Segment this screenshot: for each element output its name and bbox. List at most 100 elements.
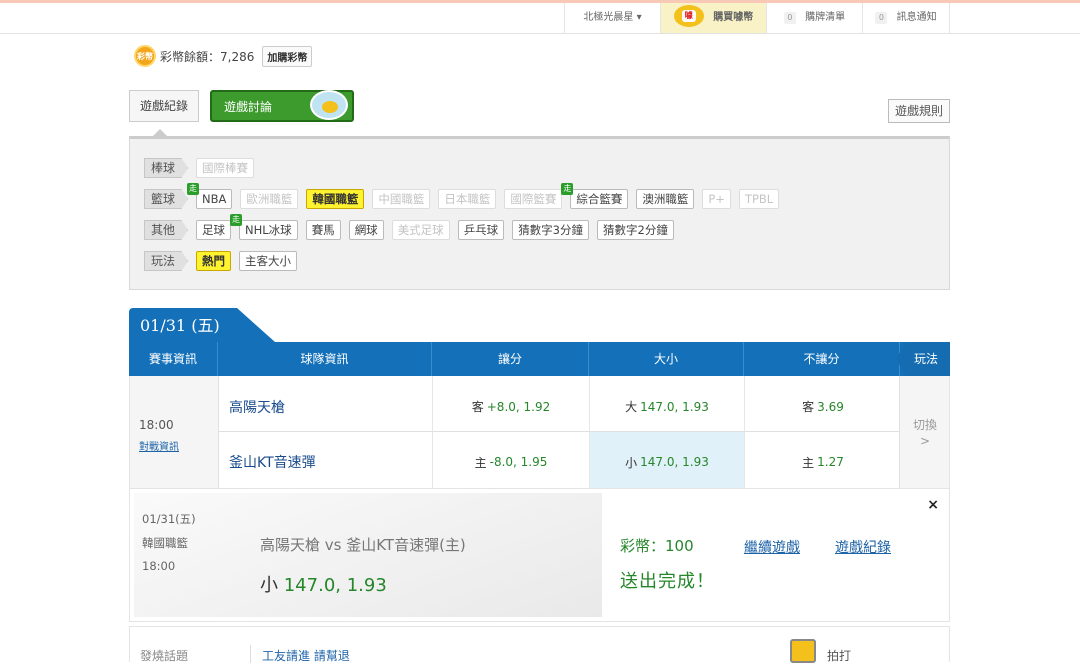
user-menu-label: 北極光晨星 ▾ [583,12,642,23]
filter-row-other: 其他 足球 走 NHL冰球 賽馬 網球 美式足球 乒乓球 猜數字3分鐘 猜數字2分… [144,214,682,241]
filter-chip-nba[interactable]: 走 NBA [187,183,233,209]
match-info-cell: 18:00 對戰資訊 [130,376,219,488]
category-baseball[interactable]: 棒球 [144,158,189,178]
user-menu[interactable]: 北極光晨星 ▾ [564,3,660,33]
tab-game-discussion-label: 遊戲討論 [224,100,273,114]
filter-chip-australian-basketball[interactable]: 澳洲職籃 [636,189,695,209]
top-bar: 北極光晨星 ▾ 噱 購買噱幣 0 購牌清單 0 訊息通知 [0,0,1080,34]
new-badge-icon: 走 [187,183,200,195]
hot-topic-link[interactable]: 工友請進 請幫退 [262,647,350,664]
filter-chip: 國際棒賽 [196,158,255,178]
filter-row-basketball: 籃球 走 NBA 歐洲職籃 韓國職籃 中國職籃 日本職籃 國際籃賽 走綜合籃賽 澳… [144,183,787,210]
header-play-type: 玩法 [896,342,950,376]
filter-chip: P+ [702,189,731,209]
game-record-link[interactable]: 遊戲紀錄 [835,537,891,557]
header-spread: 讓分 [432,342,589,376]
odds-cell-moneyline[interactable]: 客 3.69 [745,376,901,431]
switch-label: 切換 [912,418,937,432]
purchase-list-count: 0 [783,12,796,24]
match-block: 18:00 對戰資訊 高陽天槍 客 +8.0, 1.92 大 147.0, 1.93… [129,376,950,488]
match-time: 18:00 [139,418,174,432]
notifications-count: 0 [875,12,888,24]
category-other[interactable]: 其他 [144,220,189,240]
mascot-icon [310,90,348,120]
odds-cell-moneyline[interactable]: 主 1.27 [745,432,901,488]
new-badge-icon: 走 [561,183,574,195]
avatar [790,639,816,663]
odds-table: 賽事資訊 球隊資訊 讓分 大小 不讓分 玩法 18:00 對戰資訊 高陽天槍 客… [129,342,950,488]
continue-game-link[interactable]: 繼續遊戲 [744,537,800,557]
coin-balance: 彩幣 彩幣餘額：7,286 加購彩幣 [134,44,313,68]
filter-chip: 美式足球 [391,220,450,240]
sport-filter-panel: 棒球 國際棒賽 籃球 走 NBA 歐洲職籃 韓國職籃 中國職籃 日本職籃 國際籃賽… [129,129,950,290]
tab-game-record[interactable]: 遊戲紀錄 [129,90,199,122]
hot-topics-label: 發燒話題 [140,649,189,663]
category-play-type[interactable]: 玩法 [144,251,189,271]
buy-lottery-coins-button[interactable]: 加購彩幣 [262,45,313,67]
bet-matchup: 高陽天槍 vs 釜山KT音速彈(主) [260,536,466,554]
purchase-list-link[interactable]: 0 購牌清單 [766,3,862,33]
purchase-list-label: 購牌清單 [805,12,846,23]
filter-chip-mixed-basketball[interactable]: 走綜合籃賽 [561,183,629,209]
filter-chip: 中國職籃 [372,189,431,209]
chevron-right-icon: > [919,434,931,448]
odds-cell-spread[interactable]: 主 -8.0, 1.95 [433,432,590,488]
switch-play-button[interactable]: 切換 > [899,376,949,488]
filter-row-play-type: 玩法 熱門 主客大小 [144,250,305,272]
buy-coins-label: 購買噱幣 [713,12,754,23]
header-over-under: 大小 [589,342,744,376]
header-match-info: 賽事資訊 [129,342,218,376]
team-name: 釜山KT音速彈 [219,432,433,488]
filter-chip: 歐洲職籃 [240,189,299,209]
table-row: 高陽天槍 客 +8.0, 1.92 大 147.0, 1.93 客 3.69 [219,376,901,432]
filter-chip-guess-2min[interactable]: 猜數字2分鐘 [597,220,674,240]
bet-summary: 01/31(五) 韓國職籃 18:00 高陽天槍 vs 釜山KT音速彈(主) 小… [134,493,602,617]
category-basketball[interactable]: 籃球 [144,189,189,209]
coin-bag-icon: 噱 [673,5,704,27]
date-tab-label: 01/31 (五) [140,316,220,335]
filter-chip-tennis[interactable]: 網球 [348,220,384,240]
filter-chip-korean-basketball[interactable]: 韓國職籃 [306,189,365,209]
match-info-link[interactable]: 對戰資訊 [139,438,179,453]
filter-row-baseball: 棒球 國際棒賽 [144,157,262,179]
new-badge-icon: 走 [230,214,243,226]
filter-chip-horse-racing[interactable]: 賽馬 [305,220,341,240]
submit-success-message: 送出完成！ [620,571,715,592]
filter-chip: TPBL [738,189,780,209]
game-rules-button[interactable]: 遊戲規則 [888,99,950,123]
filter-chip-nhl[interactable]: 走 NHL冰球 [230,214,298,240]
team-name: 高陽天槍 [219,376,433,431]
notifications-link[interactable]: 0 訊息通知 [862,3,950,33]
filter-chip-hot[interactable]: 熱門 [196,251,232,271]
close-icon[interactable]: × [927,497,939,513]
header-moneyline: 不讓分 [744,342,900,376]
bet-coin-amount: 彩幣：100 [620,537,694,555]
header-team-info: 球隊資訊 [218,342,432,376]
date-tab: 01/31 (五) [129,308,275,342]
panel-pointer [152,129,168,137]
table-row: 釜山KT音速彈 主 -8.0, 1.95 小 147.0, 1.93 主 1.27 [219,432,901,488]
divider [250,645,251,663]
bet-confirmation-panel: 01/31(五) 韓國職籃 18:00 高陽天槍 vs 釜山KT音速彈(主) 小… [129,488,950,622]
hot-topics-bar: 發燒話題 工友請進 請幫退 拍打 [129,626,950,664]
bet-date: 01/31(五) [142,512,196,526]
notifications-label: 訊息通知 [896,12,937,23]
bet-pick: 小 147.0, 1.93 [260,575,387,596]
filter-chip: 日本職籃 [438,189,497,209]
coin-balance-label: 彩幣餘額：7,286 [160,49,255,64]
filter-chip: 國際籃賽 [504,189,563,209]
odds-cell-total-selected[interactable]: 小 147.0, 1.93 [590,432,745,488]
filter-chip-table-tennis[interactable]: 乒乓球 [457,220,505,240]
odds-cell-spread[interactable]: 客 +8.0, 1.92 [433,376,590,431]
bet-time: 18:00 [142,559,176,573]
filter-chip-home-away-total[interactable]: 主客大小 [239,251,298,271]
filter-chip-soccer[interactable]: 足球 [196,220,232,240]
filter-chip-guess-3min[interactable]: 猜數字3分鐘 [512,220,590,240]
odds-cell-total[interactable]: 大 147.0, 1.93 [590,376,745,431]
tab-game-discussion[interactable]: 遊戲討論 [210,90,354,122]
table-header: 賽事資訊 球隊資訊 讓分 大小 不讓分 玩法 [129,342,950,376]
bet-league: 韓國職籃 [142,536,188,550]
buy-coins-link[interactable]: 噱 購買噱幣 [660,3,766,33]
clap-button[interactable]: 拍打 [827,647,851,664]
lottery-coin-icon: 彩幣 [134,45,156,67]
